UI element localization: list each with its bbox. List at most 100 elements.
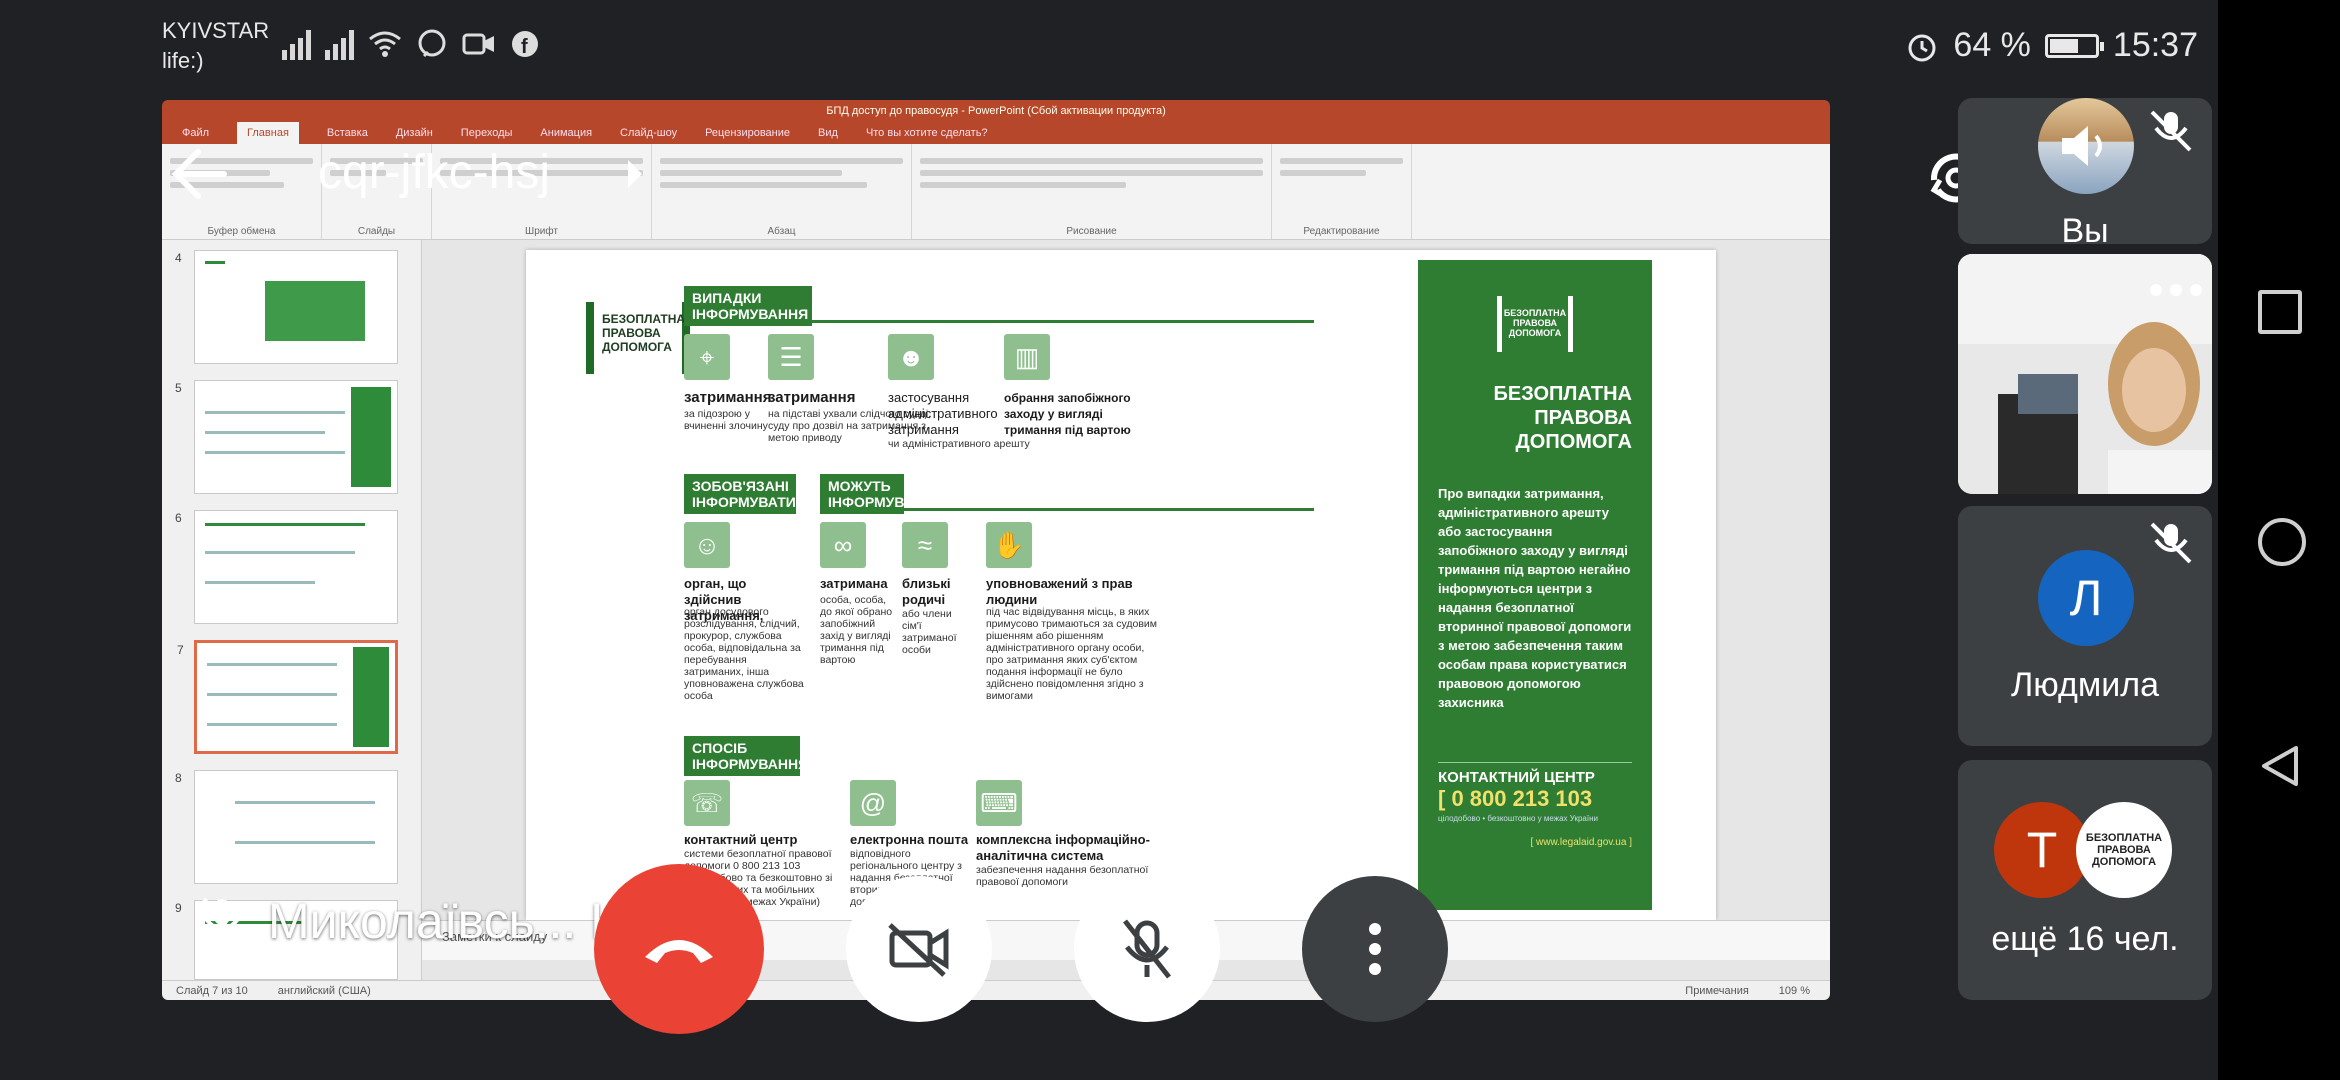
ribbon-tab[interactable]: Вставка bbox=[327, 122, 368, 144]
slide-thumb[interactable]: 6 bbox=[175, 510, 398, 624]
phone-hangup-icon bbox=[645, 940, 713, 963]
more-participants-label: ещё 16 чел. bbox=[1991, 920, 2179, 958]
avatar: Л bbox=[2038, 550, 2134, 646]
participant-tile-video[interactable] bbox=[1958, 254, 2212, 494]
status-right: 64 % 15:37 bbox=[1905, 26, 2198, 65]
carrier-name-2: life:) bbox=[162, 48, 204, 73]
officer-icon: ☺ bbox=[684, 522, 730, 568]
system-icon: ⌨ bbox=[976, 780, 1022, 826]
slide-counter: Слайд 7 из 10 bbox=[176, 985, 248, 997]
ppt-window-title: БПД доступ до правосудя - PowerPoint (Сб… bbox=[162, 100, 1830, 122]
more-options-button[interactable] bbox=[1302, 876, 1448, 1022]
may-title: близькі родичі bbox=[902, 576, 951, 607]
ppt-statusbar: Слайд 7 из 10 английский (США) Примечани… bbox=[162, 980, 1830, 1000]
panel-title: БЕЗОПЛАТНА ПРАВОВА ДОПОМОГА bbox=[1493, 383, 1633, 453]
camera-toggle-button[interactable] bbox=[846, 876, 992, 1022]
svg-text:f: f bbox=[521, 36, 528, 58]
slide-thumb-selected[interactable]: 7 bbox=[177, 640, 398, 754]
signal-icon-2 bbox=[325, 28, 354, 60]
shared-screen[interactable]: БПД доступ до правосудя - PowerPoint (Сб… bbox=[162, 100, 1830, 1000]
case-title: затримання bbox=[768, 389, 856, 406]
slide-thumbnails: 4 5 6 7 8 9 bbox=[162, 240, 422, 980]
mic-off-icon bbox=[2150, 522, 2192, 564]
ribbon-tab[interactable]: Что вы хотите сделать? bbox=[866, 122, 988, 144]
status-icons: f bbox=[282, 28, 540, 60]
end-call-button[interactable] bbox=[594, 864, 764, 1034]
may-text: під час відвідування місць, в яких приму… bbox=[986, 606, 1157, 702]
email-icon: @ bbox=[850, 780, 896, 826]
volume-icon bbox=[2062, 126, 2102, 166]
method-title: електронна пошта bbox=[850, 832, 969, 847]
method-title: комплексна інформаційно-аналітична систе… bbox=[976, 832, 1150, 863]
method-title: контактний центр bbox=[684, 832, 798, 847]
panel-phone: [ 0 800 213 103 bbox=[1438, 786, 1593, 811]
recents-icon[interactable] bbox=[2258, 290, 2302, 334]
participant-tile-self[interactable]: Вы bbox=[1958, 98, 2212, 244]
may-title: затримана bbox=[820, 576, 888, 591]
system-nav-bar bbox=[2218, 0, 2340, 1080]
ribbon-tab[interactable]: Вид bbox=[818, 122, 838, 144]
battery-percent: 64 % bbox=[1953, 26, 2031, 64]
ribbon-group-drawing: Рисование bbox=[912, 144, 1272, 239]
participant-name: Вы bbox=[2061, 212, 2109, 244]
mic-toggle-button[interactable] bbox=[1074, 876, 1220, 1022]
alarm-icon bbox=[1908, 34, 1936, 61]
ribbon-tab[interactable]: Переходы bbox=[461, 122, 513, 144]
participant-name: Людмила bbox=[2010, 666, 2160, 704]
slide-canvas[interactable]: БЕЗОПЛАТНА ПРАВОВА ДОПОМОГА ВИПАДКИ ІНФО… bbox=[526, 250, 1716, 920]
ribbon-tab[interactable]: Дизайн bbox=[396, 122, 433, 144]
divider bbox=[684, 508, 796, 511]
slide-thumb[interactable]: 5 bbox=[175, 380, 398, 494]
facebook-icon: f bbox=[512, 31, 538, 58]
participant-tile-others[interactable]: Т БЕЗОПЛАТНА ПРАВОВА ДОПОМОГА ещё 16 чел… bbox=[1958, 760, 2212, 1000]
case-title: обрання запобіжного заходу у вигляді три… bbox=[1004, 391, 1131, 437]
home-icon[interactable] bbox=[2258, 518, 2306, 566]
ribbon-tab[interactable]: Главная bbox=[237, 122, 299, 144]
obliged-text: орган досудового розслідування, слідчий,… bbox=[684, 606, 804, 702]
slide-thumb[interactable]: 4 bbox=[175, 250, 398, 364]
slide-thumb[interactable]: 8 bbox=[175, 770, 398, 884]
back-arrow-icon[interactable] bbox=[170, 146, 230, 202]
phone-icon: ☏ bbox=[684, 780, 730, 826]
clock: 15:37 bbox=[2112, 26, 2198, 64]
ppt-tabs: Файл Главная Вставка Дизайн Переходы Анимация… bbox=[162, 122, 1830, 144]
avatar bbox=[2038, 98, 2134, 194]
ribbon-group-editing: Редактирование bbox=[1272, 144, 1412, 239]
dna-icon: ≈ bbox=[902, 522, 948, 568]
panel-note: цілодобово • безкоштовно у межах України bbox=[1438, 814, 1598, 823]
more-horiz-icon[interactable] bbox=[2148, 282, 2204, 298]
ribbon-tab[interactable]: Анимация bbox=[540, 122, 592, 144]
mic-off-icon bbox=[202, 897, 242, 945]
location-icon: ⌖ bbox=[684, 334, 730, 380]
document-icon: ☰ bbox=[768, 334, 814, 380]
participant-tile-ludmila[interactable]: Л Людмила bbox=[1958, 506, 2212, 746]
meeting-code[interactable]: cqr-jfkc-hsj bbox=[318, 145, 550, 200]
viber-icon bbox=[418, 29, 446, 58]
info-panel: БЕЗОПЛАТНА ПРАВОВА ДОПОМОГА БЕЗОПЛАТНА П… bbox=[1418, 260, 1652, 910]
video-icon bbox=[462, 33, 494, 55]
ribbon-tab[interactable]: Рецензирование bbox=[705, 122, 790, 144]
chevron-right-icon[interactable] bbox=[628, 160, 642, 188]
panel-logo: БЕЗОПЛАТНА ПРАВОВА ДОПОМОГА bbox=[1497, 296, 1573, 352]
notes-toggle[interactable]: Примечания bbox=[1685, 981, 1749, 1000]
back-icon[interactable] bbox=[2258, 744, 2302, 788]
camera-off-icon bbox=[888, 923, 949, 977]
divider bbox=[820, 508, 1314, 511]
signal-icon bbox=[282, 28, 311, 60]
ribbon-tab[interactable]: Файл bbox=[182, 122, 209, 144]
avatar-logo: БЕЗОПЛАТНА ПРАВОВА ДОПОМОГА bbox=[2076, 802, 2172, 898]
may-text: особа, особа, до якої обрано запобіжний … bbox=[820, 594, 893, 666]
divider bbox=[684, 320, 1314, 323]
case-title: затримання bbox=[684, 389, 772, 406]
case-text: чи адміністративного арешту bbox=[888, 438, 1030, 450]
language: английский (США) bbox=[277, 985, 371, 997]
handcuffs-icon: ∞ bbox=[820, 522, 866, 568]
ppt-workspace: 4 5 6 7 8 9 БЕЗОПЛАТНА ПРАВОВА ДОПОМОГА … bbox=[162, 240, 1830, 980]
presenter-label: Миколаївсь... НБ bbox=[200, 892, 659, 950]
divider bbox=[684, 770, 800, 773]
battery-icon bbox=[2044, 33, 2104, 58]
ribbon-tab[interactable]: Слайд-шоу bbox=[620, 122, 677, 144]
panel-contact-label: КОНТАКТНИЙ ЦЕНТР bbox=[1438, 762, 1632, 786]
wifi-icon bbox=[369, 31, 401, 57]
may-text: або члени сім'ї затриманої особи bbox=[902, 608, 957, 656]
